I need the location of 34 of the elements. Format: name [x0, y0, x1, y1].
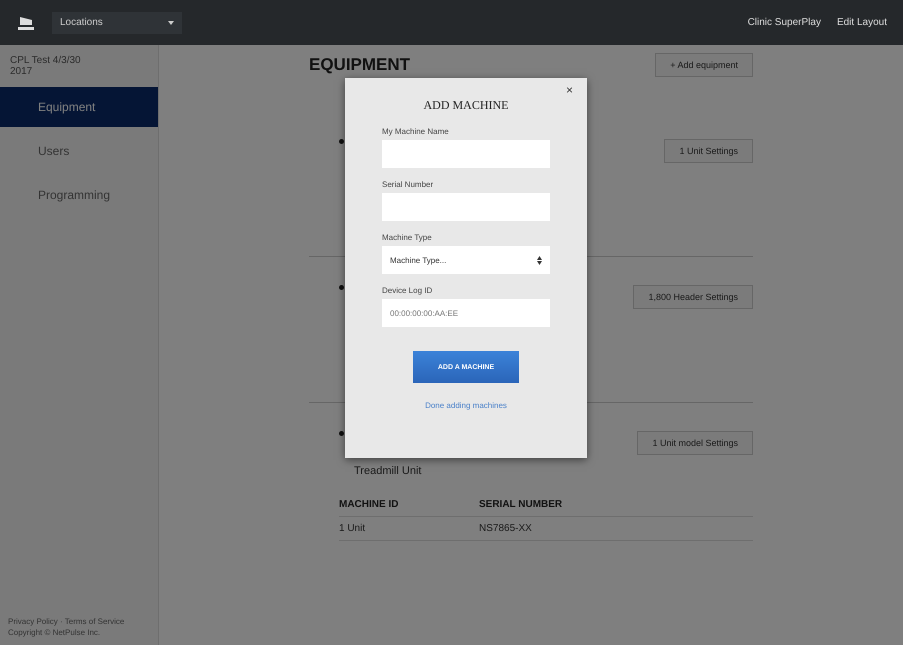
- settings-button[interactable]: 1 Unit model Settings: [637, 431, 753, 455]
- column-header: MACHINE ID: [339, 498, 400, 512]
- modal-title: ADD MACHINE: [424, 98, 508, 113]
- settings-button[interactable]: 1,800 Header Settings: [633, 285, 753, 309]
- machine-type-select[interactable]: Machine Type...: [382, 246, 550, 274]
- page-title: EQUIPMENT: [309, 55, 410, 75]
- done-link[interactable]: Done adding machines: [425, 401, 507, 410]
- settings-button[interactable]: 1 Unit Settings: [664, 139, 753, 163]
- account-year: 2017: [10, 66, 34, 77]
- add-equipment-button[interactable]: + Add equipment: [655, 53, 753, 77]
- top-link[interactable]: Edit Layout: [836, 17, 887, 28]
- field-label: Machine Type: [382, 233, 433, 242]
- account-name: CPL Test 4/3/30: [10, 55, 82, 66]
- bullet-icon: [339, 285, 344, 290]
- sidebar-item[interactable]: Equipment: [0, 87, 158, 127]
- input-field[interactable]: 00:00:00:00:AA:EE: [382, 299, 550, 327]
- top-link[interactable]: Clinic SuperPlay: [748, 17, 821, 28]
- field-label: My Machine Name: [382, 127, 450, 136]
- bullet-icon: [339, 139, 344, 144]
- caret-icon: [168, 20, 174, 24]
- updown-icon: [537, 256, 542, 264]
- column-header: SERIAL NUMBER: [479, 498, 564, 512]
- bullet-icon: [339, 431, 344, 436]
- footer-text: Privacy Policy · Terms of Service: [8, 617, 126, 626]
- footer-text: Copyright © NetPulse Inc.: [8, 628, 102, 637]
- table-cell: NS7865-XX: [479, 516, 753, 541]
- sidebar-item[interactable]: Users: [0, 131, 158, 171]
- field-label: Serial Number: [382, 180, 434, 189]
- sidebar-item[interactable]: Programming: [0, 175, 158, 215]
- section-name: Treadmill Unit: [354, 465, 422, 477]
- table-cell: 1 Unit: [339, 516, 479, 541]
- location-dropdown[interactable]: Locations: [52, 12, 182, 34]
- close-button[interactable]: ×: [560, 82, 579, 98]
- field-label: Device Log ID: [382, 286, 434, 295]
